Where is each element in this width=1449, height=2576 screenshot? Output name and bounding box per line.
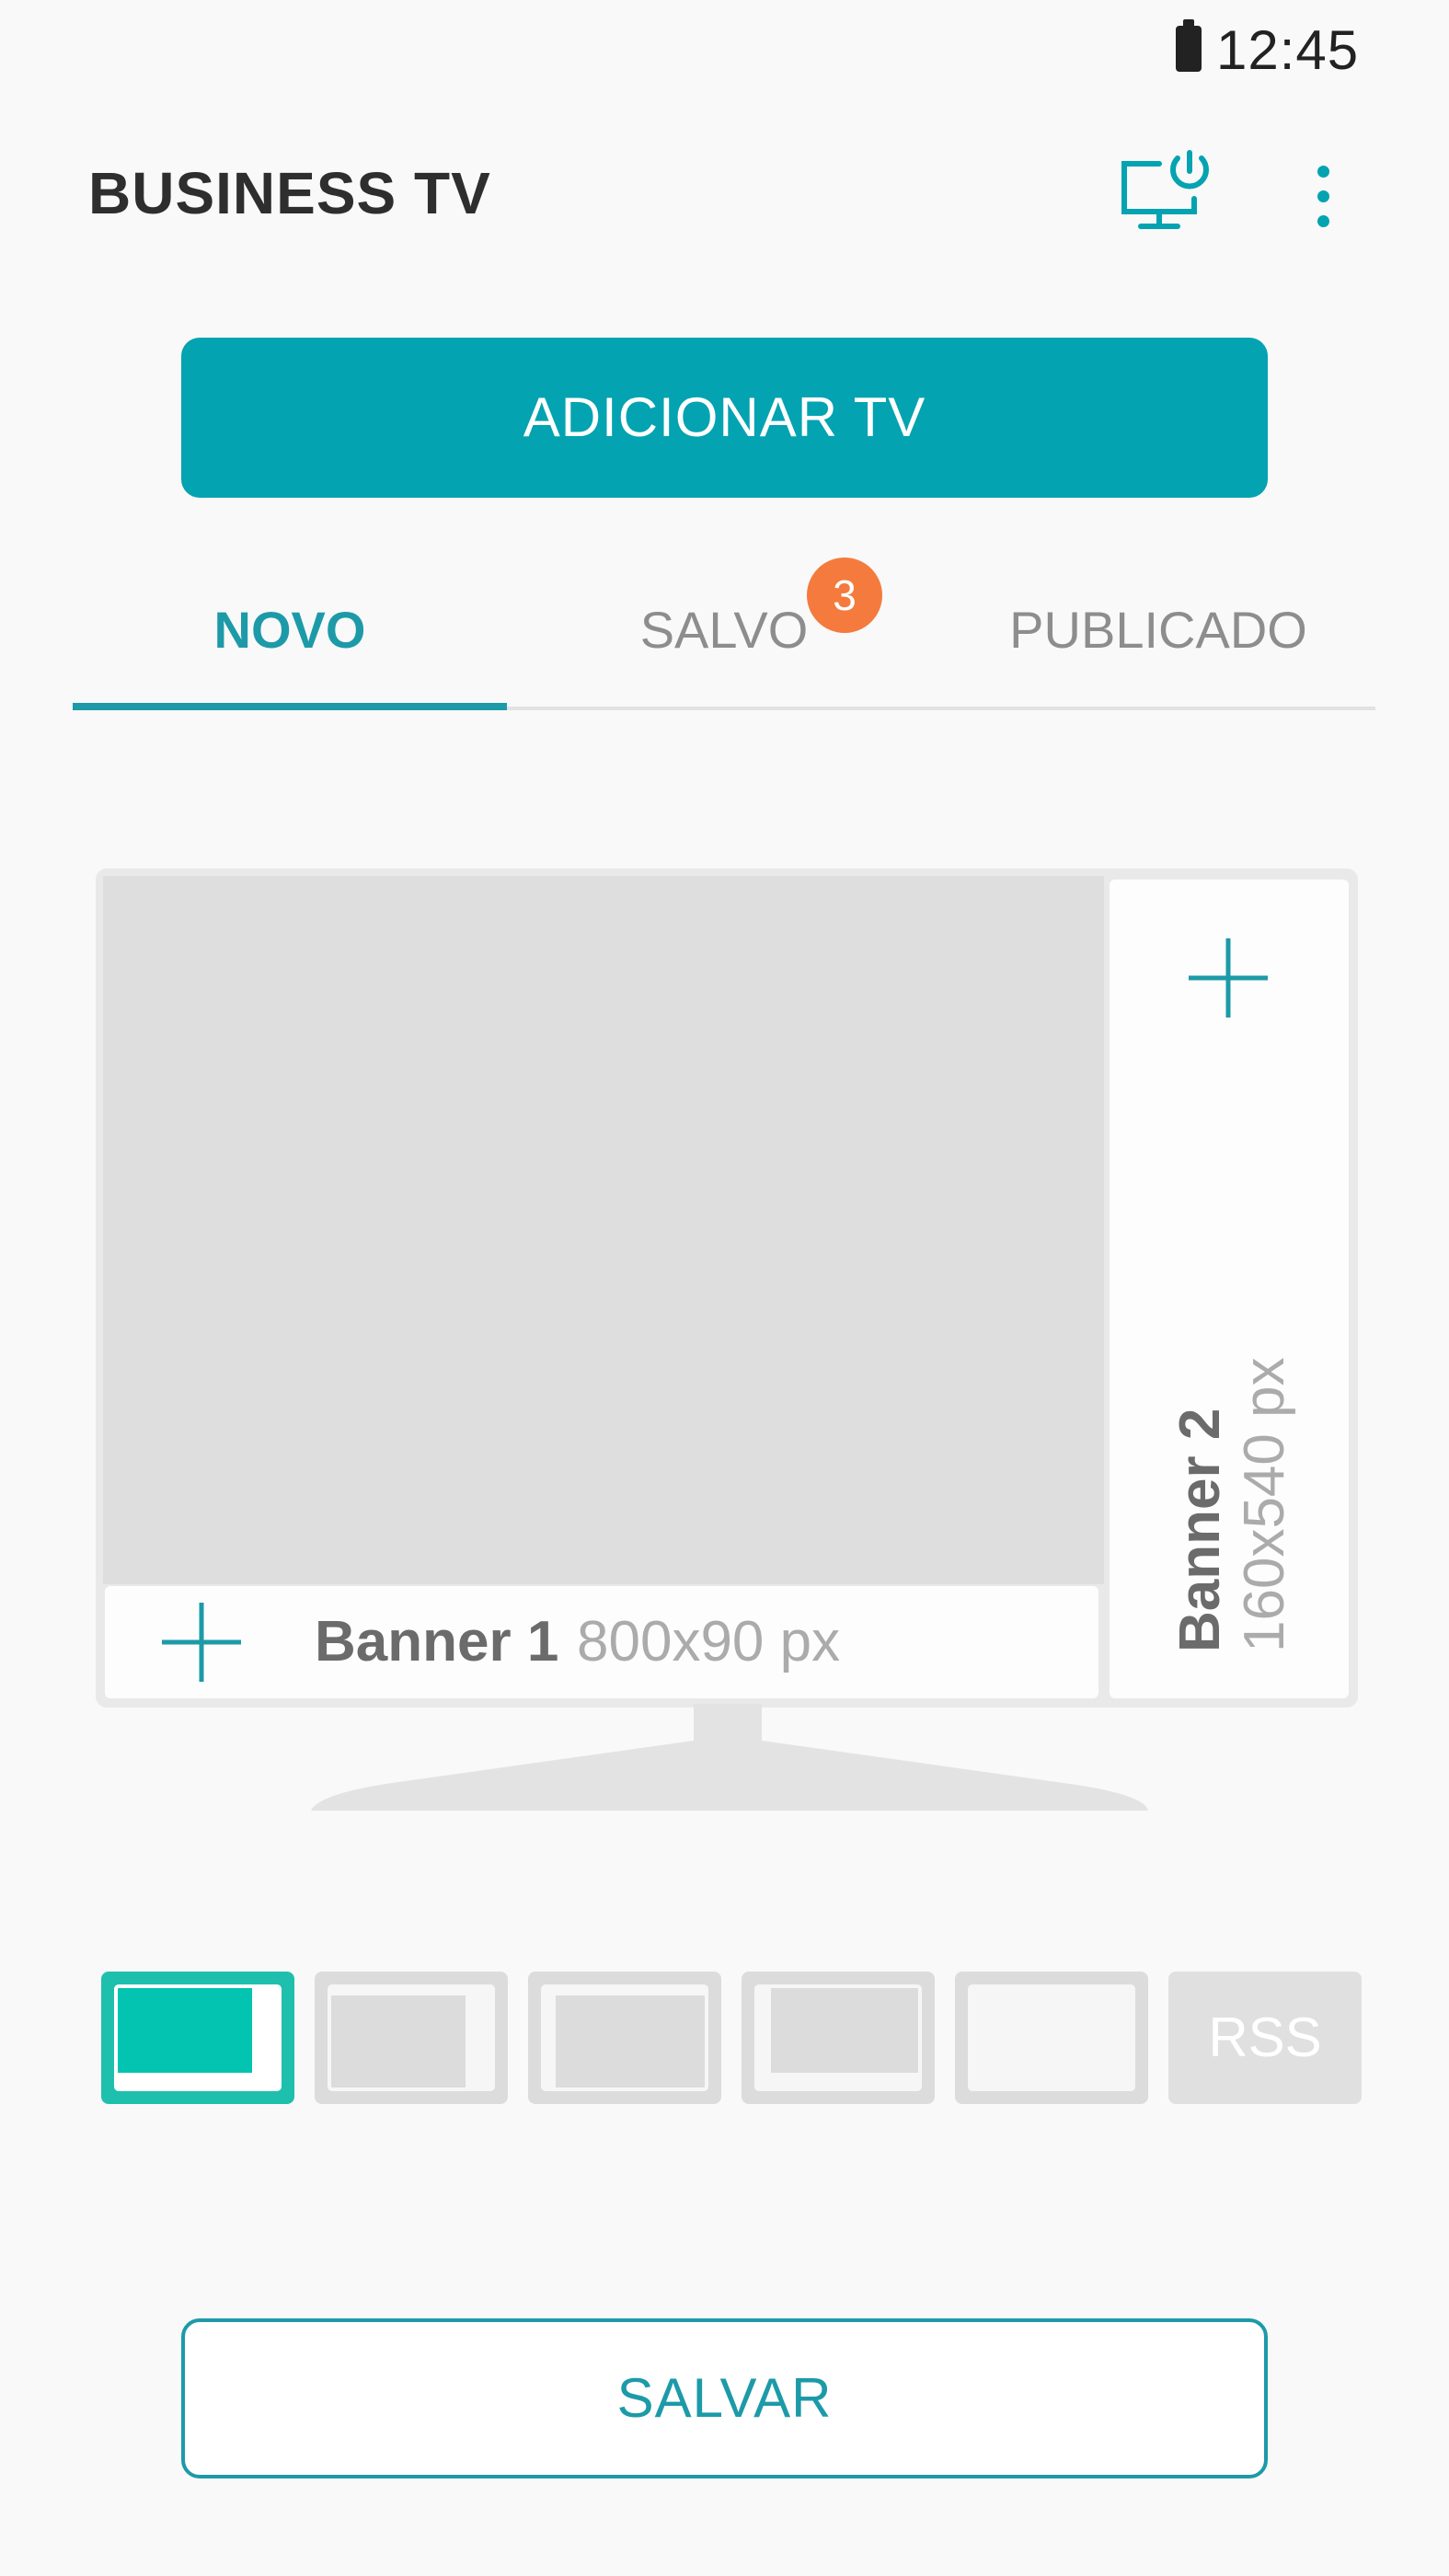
layout-option-4[interactable] — [742, 1972, 935, 2104]
add-tv-button[interactable]: ADICIONAR TV — [181, 338, 1268, 498]
banner-2-add-icon[interactable] — [1185, 935, 1271, 1021]
banner-2-name: Banner 2 — [1168, 1408, 1232, 1652]
tab-publicado[interactable]: PUBLICADO — [941, 589, 1375, 672]
layout-option-2[interactable] — [315, 1972, 508, 2104]
more-vert-icon[interactable] — [1297, 155, 1349, 237]
app-title: BUSINESS TV — [88, 160, 491, 226]
status-time: 12:45 — [1216, 19, 1360, 81]
tv-power-icon[interactable] — [1113, 147, 1214, 239]
tab-novo[interactable]: NOVO — [73, 589, 507, 672]
status-bar: 12:45 — [0, 0, 1449, 101]
tab-salvo-badge: 3 — [807, 558, 882, 633]
banner-1-add-icon[interactable] — [158, 1599, 245, 1685]
banner-2-size: 160x540 px — [1233, 1357, 1296, 1652]
layout-option-3[interactable] — [528, 1972, 721, 2104]
banner-1-size: 800x90 px — [577, 1610, 841, 1673]
tab-active-indicator — [73, 703, 507, 710]
save-button[interactable]: SALVAR — [181, 2318, 1268, 2478]
layout-option-1[interactable] — [101, 1972, 294, 2104]
tv-stand — [304, 1704, 1150, 1814]
tv-main-content-area[interactable] — [103, 876, 1104, 1584]
banner-1-name: Banner 1 — [315, 1610, 559, 1673]
layout-option-rss[interactable]: RSS — [1168, 1972, 1362, 2104]
layout-option-5[interactable] — [955, 1972, 1148, 2104]
battery-icon — [1176, 19, 1202, 72]
